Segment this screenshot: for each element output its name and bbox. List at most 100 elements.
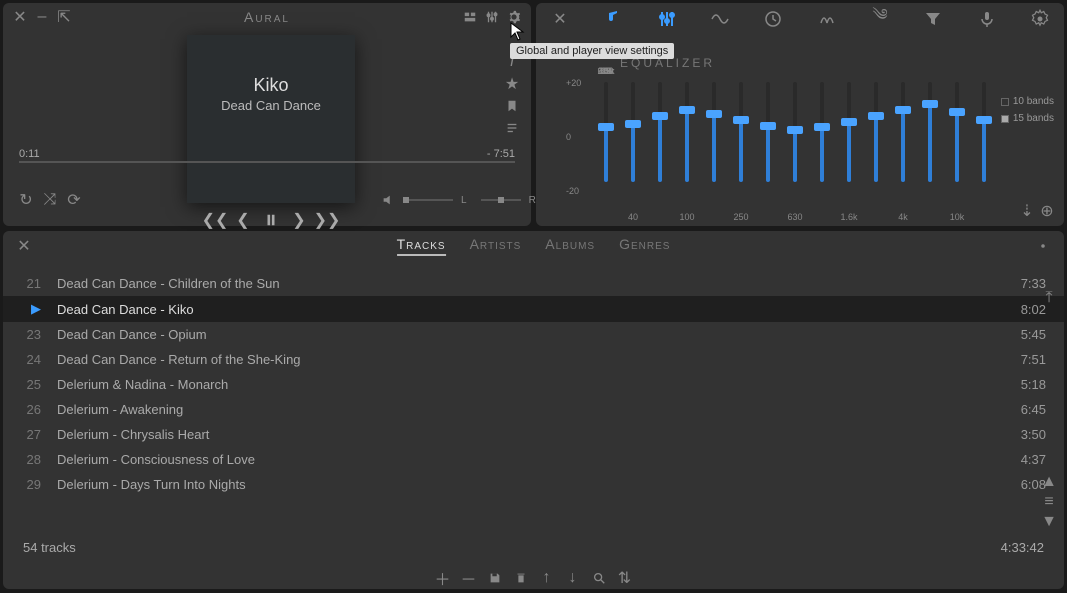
app-title: Aural <box>244 9 290 25</box>
eq-slider-12[interactable]: 6.3k <box>920 80 940 210</box>
time-remaining: - 7:51 <box>487 148 515 160</box>
volume-icon[interactable] <box>381 193 395 207</box>
search-icon[interactable] <box>592 571 606 585</box>
fx-mic-icon[interactable] <box>977 9 997 29</box>
sort-icon[interactable]: ⇅ <box>618 571 632 585</box>
gain-mid: 0 <box>566 132 581 142</box>
track-tabs: Tracks Artists Albums Genres <box>397 236 671 256</box>
eq-slider-7[interactable] <box>785 80 805 210</box>
close-icon[interactable]: ✕ <box>550 9 570 29</box>
favorite-icon[interactable]: ★ <box>505 77 519 91</box>
fx-pitch-icon[interactable] <box>710 9 730 29</box>
expand-icon[interactable]: ⇱ <box>57 10 71 24</box>
fx-reverb-icon[interactable] <box>817 9 837 29</box>
fx-settings-icon[interactable] <box>1030 9 1050 29</box>
bookmark-icon[interactable] <box>505 99 519 113</box>
shuffle-icon[interactable]: ⤨ <box>43 193 57 207</box>
track-row[interactable]: 29Delerium - Days Turn Into Nights6:08 <box>3 472 1064 497</box>
tab-artists[interactable]: Artists <box>470 236 522 256</box>
track-row[interactable]: 23Dead Can Dance - Opium5:45 <box>3 322 1064 347</box>
tracks-panel: ✕ Tracks Artists Albums Genres 21Dead Can D… <box>3 231 1064 589</box>
pan-label-l: L <box>461 195 473 206</box>
album-art: Kiko Dead Can Dance ❮❮ ❮ ❯ ❯❯ <box>187 35 355 203</box>
tracks-settings-icon[interactable] <box>1036 239 1050 253</box>
minimize-icon[interactable]: – <box>35 10 49 24</box>
eq-slider-14[interactable]: 16k <box>974 80 994 210</box>
next-track-icon[interactable]: ❯❯ <box>320 213 334 227</box>
track-row[interactable]: 21Dead Can Dance - Children of the Sun7:… <box>3 271 1064 296</box>
eq-slider-5[interactable] <box>731 80 751 210</box>
eq-slider-10[interactable]: 2.5k <box>866 80 886 210</box>
cursor-icon <box>510 22 526 45</box>
remove-track-icon[interactable]: － <box>462 571 476 585</box>
move-up-icon[interactable]: ↑ <box>540 571 554 585</box>
fx-eq-icon[interactable] <box>657 9 677 29</box>
repeat-icon[interactable]: ↻ <box>19 193 33 207</box>
eq-area: +20 0 -20 2540631604001k2.5k6.3k16k40100… <box>596 78 994 216</box>
eq-slider-3[interactable] <box>677 80 697 210</box>
track-row[interactable]: 24Dead Can Dance - Return of the She-Kin… <box>3 347 1064 372</box>
save-playlist-icon[interactable] <box>488 571 502 585</box>
total-duration: 4:33:42 <box>1001 540 1044 555</box>
fx-time-icon[interactable] <box>763 9 783 29</box>
close-icon[interactable]: ✕ <box>17 239 31 253</box>
track-row[interactable]: ▶Dead Can Dance - Kiko8:02 <box>3 296 1064 322</box>
sliders-icon[interactable] <box>485 10 499 24</box>
track-row[interactable]: 27Delerium - Chrysalis Heart3:50 <box>3 422 1064 447</box>
player-side-icons: i ★ <box>505 55 519 135</box>
layout-icon[interactable] <box>463 10 477 24</box>
track-row[interactable]: 25Delerium & Nadina - Monarch5:18 <box>3 372 1064 397</box>
playlist-icon[interactable] <box>505 121 519 135</box>
eq-slider-0[interactable]: 25 <box>596 80 616 210</box>
close-icon[interactable]: ✕ <box>13 10 27 24</box>
tracks-toolbar: ＋ － ↑ ↓ ⇅ <box>436 571 632 585</box>
tab-tracks[interactable]: Tracks <box>397 236 446 256</box>
tab-albums[interactable]: Albums <box>545 236 595 256</box>
eq-slider-2[interactable]: 63 <box>650 80 670 210</box>
track-title: Kiko <box>253 75 288 96</box>
track-count: 54 tracks <box>23 540 76 555</box>
fx-master-icon[interactable] <box>603 9 623 29</box>
time-elapsed: 0:11 <box>19 148 40 160</box>
fx-tabs: ✕ ༄ <box>536 3 1064 29</box>
page-up-icon[interactable]: ▲ <box>1042 475 1056 489</box>
pause-icon[interactable] <box>264 213 278 227</box>
gain-top: +20 <box>566 78 581 88</box>
fx-delay-icon[interactable]: ༄ <box>870 9 890 29</box>
player-titlebar: ✕ – ⇱ Aural <box>3 3 531 31</box>
settings-tooltip: Global and player view settings <box>510 43 674 59</box>
pan-slider[interactable] <box>481 199 521 201</box>
eq-slider-13[interactable] <box>947 80 967 210</box>
scroll-top-icon[interactable]: ⤒ <box>1042 291 1056 305</box>
seek-bar[interactable] <box>19 161 515 163</box>
fx-preset-save-icon[interactable]: ⊕ <box>1040 204 1054 218</box>
track-list: 21Dead Can Dance - Children of the Sun7:… <box>3 271 1064 497</box>
bands-10-option[interactable]: 10 bands <box>1001 96 1054 107</box>
gain-bottom: -20 <box>566 186 581 196</box>
eq-slider-8[interactable]: 1k <box>812 80 832 210</box>
loop-icon[interactable]: ⟳ <box>67 193 81 207</box>
track-row[interactable]: 26Delerium - Awakening6:45 <box>3 397 1064 422</box>
eq-slider-11[interactable] <box>893 80 913 210</box>
eq-slider-4[interactable]: 160 <box>704 80 724 210</box>
fx-preset-down-icon[interactable]: ⇣ <box>1020 204 1034 218</box>
volume-slider[interactable] <box>403 199 453 201</box>
track-artist: Dead Can Dance <box>221 98 321 113</box>
prev-track-icon[interactable]: ❮❮ <box>208 213 222 227</box>
fx-filter-icon[interactable] <box>923 9 943 29</box>
eq-slider-6[interactable]: 400 <box>758 80 778 210</box>
page-down-icon[interactable]: ▼ <box>1042 515 1056 529</box>
eq-slider-9[interactable] <box>839 80 859 210</box>
effects-panel: ✕ ༄ EQUALIZER +20 0 -20 2540631604001k2.… <box>536 3 1064 226</box>
tab-genres[interactable]: Genres <box>619 236 670 256</box>
forward-icon[interactable]: ❯ <box>292 213 306 227</box>
track-row[interactable]: 28Delerium - Consciousness of Love4:37 <box>3 447 1064 472</box>
add-track-icon[interactable]: ＋ <box>436 571 450 585</box>
eq-slider-1[interactable]: 40 <box>623 80 643 210</box>
collapse-icon[interactable]: ≡ <box>1042 495 1056 509</box>
delete-icon[interactable] <box>514 571 528 585</box>
player-panel: ✕ – ⇱ Aural Kiko Dead Can Dance ❮❮ ❮ ❯ ❯… <box>3 3 531 226</box>
bands-15-option[interactable]: 15 bands <box>1001 113 1054 124</box>
rewind-icon[interactable]: ❮ <box>236 213 250 227</box>
move-down-icon[interactable]: ↓ <box>566 571 580 585</box>
